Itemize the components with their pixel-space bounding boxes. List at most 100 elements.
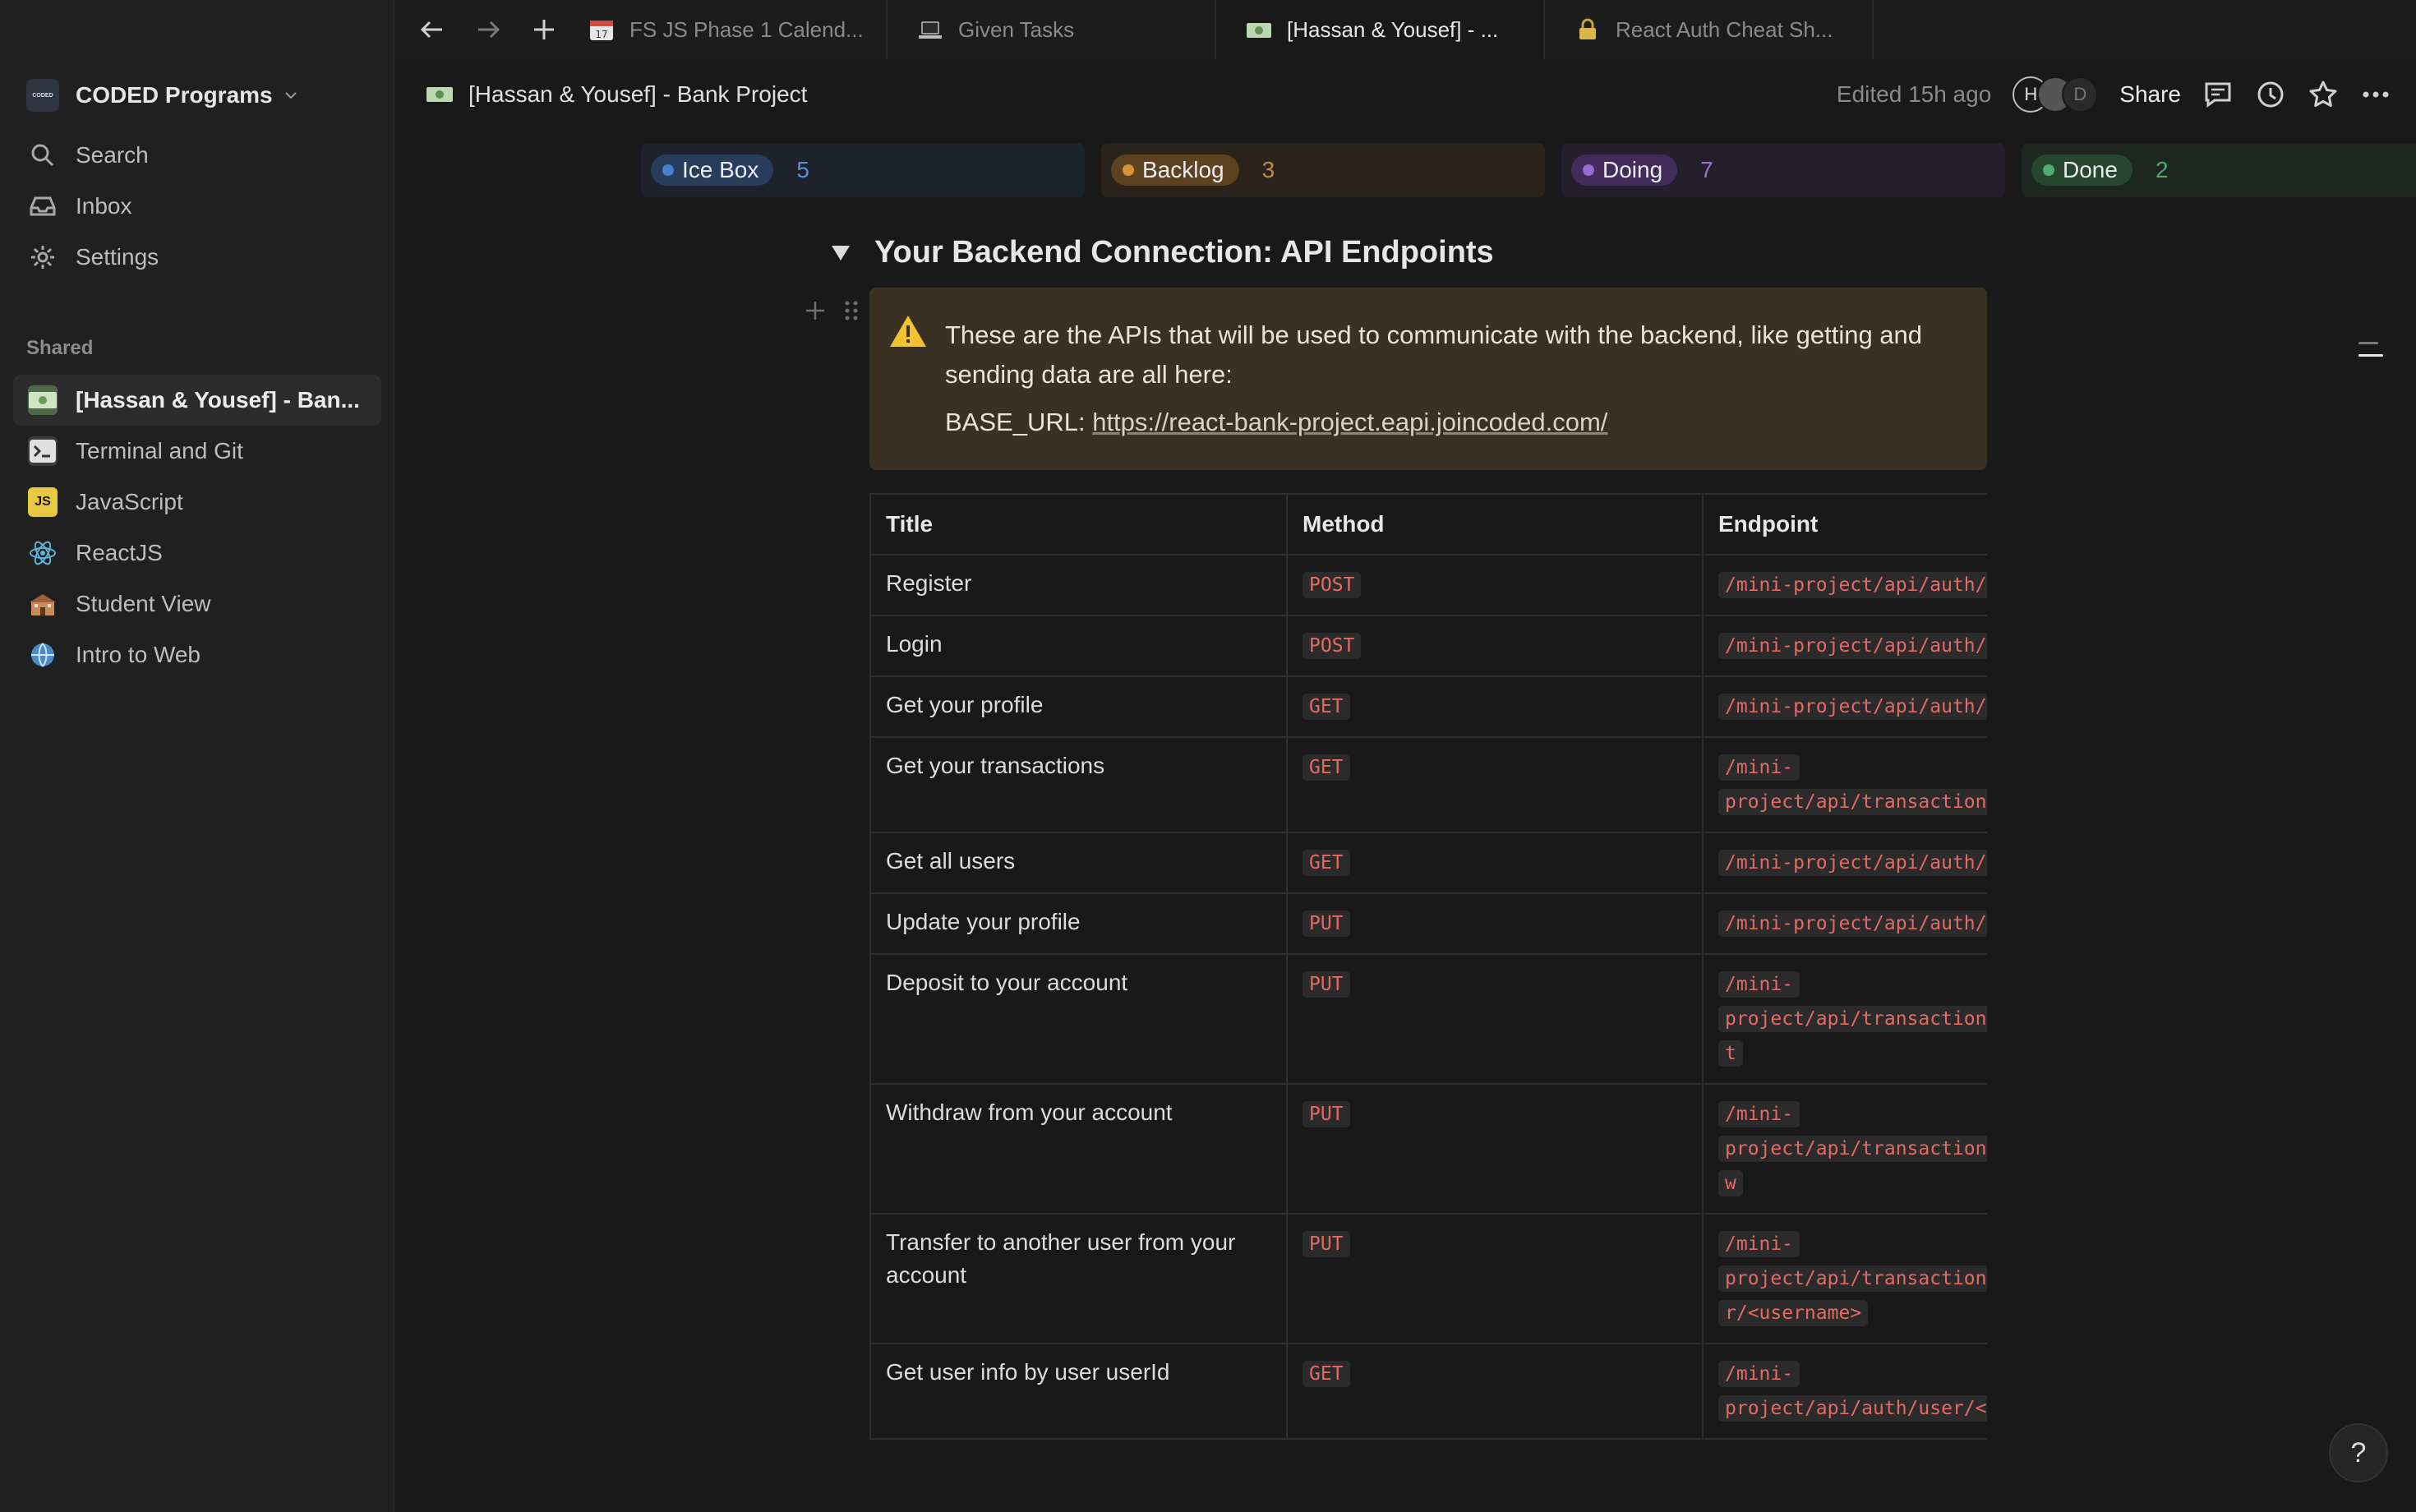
help-button[interactable]: ? <box>2329 1423 2388 1482</box>
share-button[interactable]: Share <box>2119 81 2181 108</box>
table-row[interactable]: Get your profile GET/mini-project/api/aut… <box>871 676 1987 738</box>
cell-endpoint[interactable]: /mini-project/api/auth/users <box>1703 832 1987 894</box>
cell-endpoint[interactable]: /mini-project/api/auth/me <box>1703 676 1987 738</box>
endpoint-line: /mini- <box>1718 749 1987 784</box>
sidebar-item-bank-project[interactable]: [Hassan & Yousef] - Ban... <box>13 375 381 426</box>
tab-calendar[interactable]: 17 FS JS Phase 1 Calend... <box>559 0 888 59</box>
table-row[interactable]: Get all users GET/mini-project/api/auth/u… <box>871 832 1987 894</box>
laptop-icon <box>919 21 942 39</box>
search-icon <box>31 144 54 167</box>
cell-title[interactable]: Get user info by user userId <box>871 1344 1288 1440</box>
toggle-triangle-icon[interactable] <box>832 245 850 260</box>
board-column-icebox[interactable]: Ice Box 5 <box>641 143 1085 197</box>
history-button[interactable] <box>2255 79 2286 110</box>
endpoint-code: /mini-project/api/auth/profile <box>1718 910 1987 937</box>
cell-title[interactable]: Get all users <box>871 832 1288 894</box>
cell-endpoint[interactable]: /mini-project/api/transactions/deposi t <box>1703 954 1987 1085</box>
more-options-button[interactable] <box>2360 79 2391 110</box>
status-badge: Done <box>2031 154 2132 186</box>
table-row[interactable]: Deposit to your account PUT/mini-project/… <box>871 954 1987 1085</box>
terminal-icon <box>28 436 58 466</box>
sidebar-item-label: Inbox <box>76 193 132 219</box>
sidebar-item-reactjs[interactable]: ReactJS <box>13 528 381 579</box>
endpoint-code: /mini- <box>1718 1101 1800 1127</box>
cell-method[interactable]: POST <box>1287 555 1704 616</box>
column-header-method[interactable]: Method <box>1287 495 1704 555</box>
comments-button[interactable] <box>2202 79 2234 110</box>
sidebar-item-label: Intro to Web <box>76 642 201 667</box>
board-column-done[interactable]: Done 2 <box>2022 143 2416 197</box>
cell-endpoint[interactable]: /mini-project/api/auth/register <box>1703 555 1987 616</box>
cell-title[interactable]: Get your profile <box>871 676 1288 738</box>
breadcrumb[interactable]: [Hassan & Yousef] - Bank Project <box>426 81 807 108</box>
table-row[interactable]: Register POST/mini-project/api/auth/regis… <box>871 555 1987 616</box>
callout-text: These are the APIs that will be used to … <box>945 320 1923 389</box>
globe-icon <box>31 643 54 667</box>
sidebar-item-inbox[interactable]: Inbox <box>13 181 381 232</box>
method-code: GET <box>1303 1361 1350 1387</box>
base-url-link[interactable]: https://react-bank-project.eapi.joincode… <box>1092 408 1607 436</box>
board-column-backlog[interactable]: Backlog 3 <box>1101 143 1545 197</box>
outline-line-active <box>2358 354 2383 357</box>
endpoint-code: project/api/transactions/my <box>1718 789 1987 815</box>
warning-icon <box>890 316 926 347</box>
endpoint-line: project/api/transactions/deposi <box>1718 1001 1987 1035</box>
sidebar-item-intro-to-web[interactable]: Intro to Web <box>13 629 381 680</box>
cell-title[interactable]: Get your transactions <box>871 737 1288 833</box>
cell-title[interactable]: Register <box>871 555 1288 616</box>
cell-method[interactable]: GET <box>1287 1344 1704 1440</box>
workspace-switcher[interactable]: CODED CODED Programs <box>26 77 297 113</box>
cell-title[interactable]: Withdraw from your account <box>871 1084 1288 1215</box>
column-header-endpoint[interactable]: Endpoint <box>1703 495 1987 555</box>
cell-endpoint[interactable]: /mini-project/api/auth/login <box>1703 615 1987 677</box>
cell-method[interactable]: POST <box>1287 615 1704 677</box>
table-row[interactable]: Get your transactions GET/mini-project/ap… <box>871 737 1987 833</box>
page-outline-minimap[interactable] <box>2358 342 2383 366</box>
collaborator-avatars[interactable]: H D <box>2013 76 2099 113</box>
sidebar-item-search[interactable]: Search <box>13 130 381 181</box>
cell-method[interactable]: GET <box>1287 737 1704 833</box>
cell-title[interactable]: Login <box>871 615 1288 677</box>
cell-method[interactable]: GET <box>1287 676 1704 738</box>
sidebar: CODED CODED Programs Search Inbox Settin… <box>0 0 394 1512</box>
add-block-plus-icon[interactable] <box>802 297 828 324</box>
cell-method[interactable]: PUT <box>1287 1084 1704 1215</box>
sidebar-item-student-view[interactable]: Student View <box>13 579 381 629</box>
cell-method[interactable]: GET <box>1287 832 1704 894</box>
toggle-heading[interactable]: Your Backend Connection: API Endpoints <box>832 235 1494 270</box>
cell-title[interactable]: Deposit to your account <box>871 954 1288 1085</box>
sidebar-item-javascript[interactable]: JS JavaScript <box>13 477 381 528</box>
cell-endpoint[interactable]: /mini-project/api/auth/user/<userId> <box>1703 1344 1987 1440</box>
tab-bank-project[interactable]: [Hassan & Yousef] - ... <box>1216 0 1545 59</box>
cell-endpoint[interactable]: /mini-project/api/transactions/withdra w <box>1703 1084 1987 1215</box>
cell-method[interactable]: PUT <box>1287 954 1704 1085</box>
forward-arrow-icon[interactable] <box>473 15 503 44</box>
cell-method[interactable]: PUT <box>1287 893 1704 955</box>
cell-endpoint[interactable]: /mini-project/api/auth/profile <box>1703 893 1987 955</box>
status-dot <box>1583 164 1594 176</box>
star-icon <box>2309 81 2337 107</box>
status-label: Done <box>2063 157 2118 182</box>
sidebar-item-label: JavaScript <box>76 489 183 514</box>
endpoint-line: /mini-project/api/auth/register <box>1718 567 1987 602</box>
favorite-button[interactable] <box>2308 79 2339 110</box>
drag-handle-icon[interactable] <box>843 297 860 324</box>
cell-title[interactable]: Update your profile <box>871 893 1288 955</box>
table-row[interactable]: Withdraw from your account PUT/mini-proje… <box>871 1084 1987 1215</box>
column-header-title[interactable]: Title <box>871 495 1288 555</box>
cell-endpoint[interactable]: /mini-project/api/transactions/transfe r/… <box>1703 1214 1987 1344</box>
table-row[interactable]: Update your profile PUT/mini-project/api/… <box>871 893 1987 955</box>
tab-given-tasks[interactable]: Given Tasks <box>888 0 1216 59</box>
table-row[interactable]: Get user info by user userId GET/mini-pro… <box>871 1344 1987 1440</box>
table-row[interactable]: Login POST/mini-project/api/auth/login <box>871 615 1987 677</box>
sidebar-item-settings[interactable]: Settings <box>13 232 381 283</box>
cell-method[interactable]: PUT <box>1287 1214 1704 1344</box>
back-arrow-icon[interactable] <box>417 15 447 44</box>
sidebar-item-terminal-and-git[interactable]: Terminal and Git <box>13 426 381 477</box>
tab-react-auth[interactable]: React Auth Cheat Sh... <box>1545 0 1874 59</box>
table-row[interactable]: Transfer to another user from your accou… <box>871 1214 1987 1344</box>
cell-title[interactable]: Transfer to another user from your accou… <box>871 1214 1288 1344</box>
board-column-doing[interactable]: Doing 7 <box>1561 143 2005 197</box>
new-tab-plus-icon[interactable] <box>529 15 559 44</box>
cell-endpoint[interactable]: /mini-project/api/transactions/my <box>1703 737 1987 833</box>
